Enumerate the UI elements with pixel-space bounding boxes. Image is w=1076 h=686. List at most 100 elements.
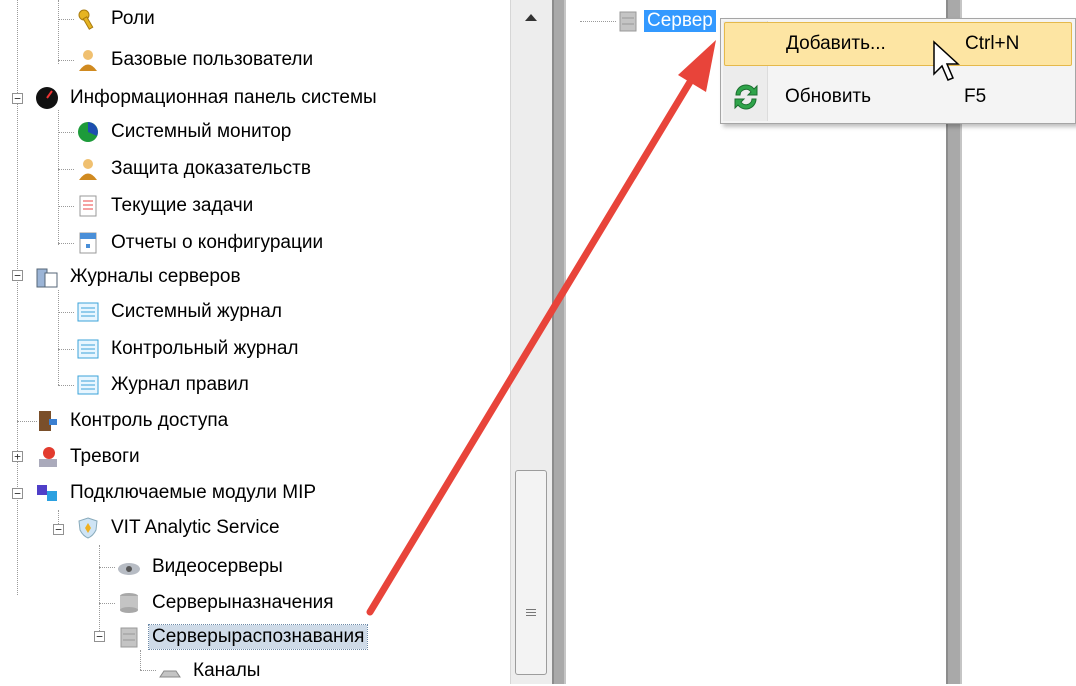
tree-connector	[58, 290, 59, 385]
tree-item-access-control[interactable]: Контроль доступа	[35, 406, 231, 436]
tree-connector	[58, 169, 74, 170]
tree-item-audit-log[interactable]: Контрольный журнал	[76, 334, 302, 364]
task-list-icon	[76, 194, 100, 218]
tree-item-label: Подключаемые модули MIP	[70, 482, 317, 503]
shield-icon	[76, 516, 100, 540]
middle-tree-item-server[interactable]: Сервер	[616, 6, 716, 36]
vertical-scrollbar[interactable]	[510, 0, 553, 684]
tree-item-roles[interactable]: Роли	[76, 4, 158, 34]
scroll-up-icon[interactable]	[525, 14, 537, 21]
tree-connector	[140, 650, 141, 670]
tree-item-label: Серверыназначения	[152, 592, 334, 613]
tree-item-label: Текущие задачи	[111, 195, 254, 216]
menu-item-label: Обновить	[785, 86, 872, 107]
collapse-button[interactable]: −	[12, 270, 23, 281]
tree-connector	[140, 670, 156, 671]
tree-item-label: Видеосерверы	[152, 556, 283, 577]
tree-connector	[17, 421, 37, 422]
collapse-button[interactable]: −	[12, 488, 23, 499]
context-menu[interactable]: Добавить... Ctrl+N Обновить F5	[720, 18, 1076, 124]
dashboard-icon	[35, 86, 59, 110]
tree-connector	[58, 110, 59, 245]
tree-connector	[58, 132, 74, 133]
tree-item-current-tasks[interactable]: Текущие задачи	[76, 191, 256, 221]
tree-item-label: Системный монитор	[111, 121, 292, 142]
tree-connector	[58, 243, 74, 244]
middle-tree-item-label: Сервер	[644, 10, 716, 32]
tree-item-dashboard[interactable]: Информационная панель системы	[35, 83, 380, 113]
tree-item-label: VIT Analytic Service	[111, 517, 280, 538]
tree-item-label: Тревоги	[70, 446, 140, 467]
tree-pane[interactable]: − − + − − − Роли Базовые пользователи Ин…	[0, 0, 510, 684]
expand-button[interactable]: +	[12, 451, 23, 462]
server-logs-icon	[35, 265, 59, 289]
scroll-thumb[interactable]	[515, 470, 547, 675]
tree-item-label: Роли	[111, 8, 155, 29]
tree-item-vit-analytic[interactable]: VIT Analytic Service	[76, 513, 283, 543]
tree-connector	[99, 567, 115, 568]
access-door-icon	[35, 409, 59, 433]
tree-item-basic-users[interactable]: Базовые пользователи	[76, 45, 316, 75]
tree-item-server-logs[interactable]: Журналы серверов	[35, 262, 244, 292]
tree-item-label: Системный журнал	[111, 301, 282, 322]
tree-item-mip-plugins[interactable]: Подключаемые модули MIP	[35, 478, 319, 508]
user-icon	[76, 48, 100, 72]
tree-connector	[580, 21, 616, 22]
report-icon	[76, 231, 100, 255]
tree-item-label: Серверыраспознавания	[147, 624, 369, 650]
mouse-cursor-icon	[933, 40, 960, 81]
user-lock-icon	[76, 157, 100, 181]
menu-item-refresh[interactable]: Обновить F5	[724, 75, 1072, 119]
tree-item-label: Защита доказательств	[111, 158, 311, 179]
tree-item-config-reports[interactable]: Отчеты о конфигурации	[76, 228, 326, 258]
menu-item-shortcut: F5	[964, 86, 987, 107]
tree-connector	[58, 60, 74, 61]
tree-item-destination-servers[interactable]: Серверыназначения	[117, 588, 337, 618]
grip-icon	[526, 609, 536, 619]
tree-connector	[58, 385, 74, 386]
tree-connector	[58, 206, 74, 207]
collapse-button[interactable]: −	[94, 631, 105, 642]
log-icon	[76, 373, 100, 397]
collapse-button[interactable]: −	[53, 524, 64, 535]
log-icon	[76, 300, 100, 324]
channel-icon	[158, 659, 182, 683]
tree-item-system-log[interactable]: Системный журнал	[76, 297, 285, 327]
pie-chart-icon	[76, 120, 100, 144]
tree-item-label: Журналы серверов	[70, 266, 241, 287]
tree-item-label: Отчеты о конфигурации	[111, 232, 324, 253]
tree-connector	[58, 19, 74, 20]
tree-item-label: Информационная панель системы	[70, 87, 377, 108]
server-icon	[616, 9, 640, 33]
tree-connector	[58, 0, 59, 64]
menu-item-add[interactable]: Добавить... Ctrl+N	[724, 22, 1072, 66]
menu-item-shortcut: Ctrl+N	[965, 33, 1020, 54]
tree-item-recognition-servers[interactable]: Серверыраспознавания	[117, 622, 369, 652]
tree-item-label: Базовые пользователи	[111, 49, 314, 70]
tree-item-label: Каналы	[193, 660, 261, 681]
tree-connector	[99, 603, 115, 604]
tree-connector	[58, 349, 74, 350]
log-icon	[76, 337, 100, 361]
menu-item-label: Добавить...	[786, 33, 886, 54]
tree-item-system-monitor[interactable]: Системный монитор	[76, 117, 294, 147]
tree-item-rules-log[interactable]: Журнал правил	[76, 370, 252, 400]
database-icon	[117, 591, 141, 615]
pane-splitter[interactable]	[552, 0, 566, 684]
tree-connector	[17, 0, 18, 595]
alarm-icon	[35, 445, 59, 469]
tree-item-channels[interactable]: Каналы	[158, 656, 263, 686]
collapse-button[interactable]: −	[12, 93, 23, 104]
tree-connector	[99, 545, 100, 635]
tree-connector	[58, 312, 74, 313]
camera-icon	[117, 555, 141, 579]
tree-item-label: Контрольный журнал	[111, 338, 299, 359]
refresh-icon	[730, 81, 762, 113]
server-icon	[117, 625, 141, 649]
tree-item-video-servers[interactable]: Видеосерверы	[117, 552, 286, 582]
tree-item-evidence-lock[interactable]: Защита доказательств	[76, 154, 314, 184]
tree-item-label: Контроль доступа	[70, 410, 229, 431]
keys-icon	[76, 7, 100, 31]
tree-item-alarms[interactable]: Тревоги	[35, 442, 143, 472]
tree-item-label: Журнал правил	[111, 374, 249, 395]
